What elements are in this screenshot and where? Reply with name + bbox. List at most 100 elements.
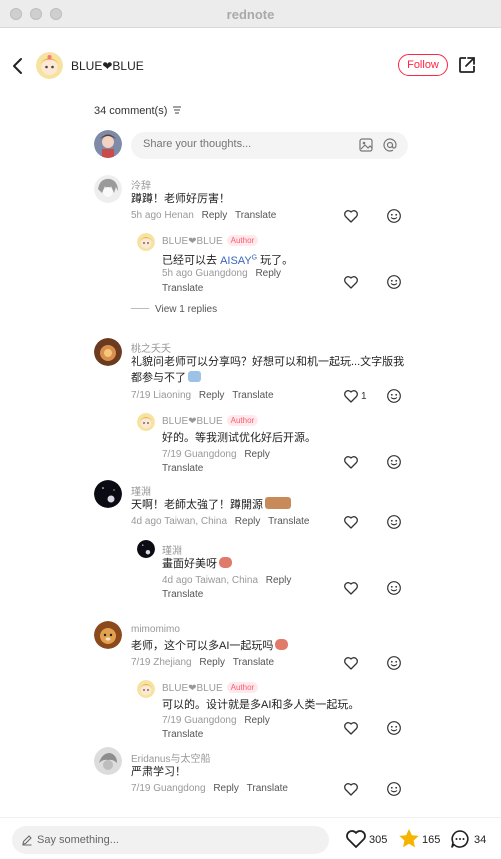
comment-time: 7/19 [131, 657, 151, 668]
heart-icon[interactable] [343, 514, 359, 530]
translate-button[interactable]: Translate [162, 283, 203, 294]
back-icon[interactable] [10, 56, 28, 76]
reply-time: 5h ago [162, 268, 193, 279]
reply-author-avatar[interactable] [137, 540, 155, 558]
translate-button[interactable]: Translate [232, 390, 273, 401]
reply-author-label: BLUE❤BLUE [162, 683, 223, 694]
reply-author-avatar[interactable] [137, 680, 155, 698]
comment-count-label: 34 comment(s) [94, 105, 168, 117]
reply-button[interactable]: Reply [235, 516, 261, 527]
commenter-name[interactable]: 瑾淵 [131, 483, 151, 498]
mention-link[interactable]: AISAYG [220, 254, 257, 267]
emoji-icon[interactable] [386, 781, 402, 797]
emoji-icon[interactable] [386, 655, 402, 671]
heart-icon[interactable] [343, 454, 359, 470]
comment-meta: 7/19 Zhejiang Reply Translate [131, 657, 274, 668]
comment-input[interactable] [143, 138, 343, 150]
image-icon[interactable] [359, 138, 373, 152]
divider-line [131, 308, 149, 309]
comment-time: 7/19 [131, 783, 151, 794]
comment-location: Zhejiang [153, 657, 192, 668]
share-icon[interactable] [457, 55, 477, 75]
author-badge: Author [226, 235, 259, 246]
commenter-avatar[interactable] [94, 338, 122, 366]
commenter-avatar[interactable] [94, 480, 122, 508]
reply-author-name[interactable]: BLUE❤BLUE Author [162, 235, 259, 247]
note-header: BLUE❤BLUE Follow [0, 28, 501, 104]
translate-button[interactable]: Translate [162, 589, 203, 600]
emoji-icon[interactable] [386, 514, 402, 530]
comment-composer[interactable] [131, 132, 408, 159]
comment-text-line: 礼貌问老师可以分享吗？好想可以和机一起玩...文字版我 [131, 356, 405, 368]
sticker-icon [219, 557, 232, 568]
reply-meta: 5h ago Guangdong Reply [162, 268, 281, 279]
reply-button[interactable]: Reply [244, 449, 270, 460]
heart-icon[interactable] [343, 781, 359, 797]
comment-total-count: 34 [474, 834, 487, 846]
reply-location: Guangdong [184, 715, 237, 726]
heart-icon[interactable] [343, 655, 359, 671]
commenter-name[interactable]: 泠辞 [131, 177, 151, 192]
heart-icon[interactable] [343, 388, 359, 404]
commenter-name[interactable]: Eridanus与太空船 [131, 750, 210, 765]
at-icon[interactable] [383, 138, 397, 152]
reply-author-name[interactable]: BLUE❤BLUE Author [162, 415, 259, 427]
say-something-input[interactable]: Say something... [12, 826, 329, 854]
reply-author-label: BLUE❤BLUE [162, 416, 223, 427]
comment-text: 老师，这个可以多AI一起玩吗 [131, 638, 289, 654]
heart-icon[interactable] [345, 829, 367, 849]
reply-meta: 4d ago Taiwan, China Reply [162, 575, 291, 586]
reply-button[interactable]: Reply [202, 210, 228, 221]
comment-location: Henan [164, 210, 194, 221]
commenter-avatar[interactable] [94, 621, 122, 649]
author-badge: Author [226, 682, 259, 693]
reply-author-avatar[interactable] [137, 233, 155, 251]
reply-button[interactable]: Reply [213, 783, 239, 794]
translate-button[interactable]: Translate [162, 729, 203, 740]
commenter-name[interactable]: 桃之夭夭 [131, 340, 171, 355]
comment-time: 4d ago [131, 516, 162, 527]
emoji-icon[interactable] [386, 720, 402, 736]
reply-author-avatar[interactable] [137, 413, 155, 431]
commenter-avatar[interactable] [94, 175, 122, 203]
comment-location: Taiwan, China [164, 516, 228, 527]
heart-icon[interactable] [343, 580, 359, 596]
emoji-icon[interactable] [386, 454, 402, 470]
commenter-avatar[interactable] [94, 747, 122, 775]
reply-button[interactable]: Reply [199, 657, 225, 668]
reply-text-part: 已经可以去 [162, 254, 217, 267]
reply-button[interactable]: Reply [199, 390, 225, 401]
reply-author-name[interactable]: BLUE❤BLUE Author [162, 682, 259, 694]
heart-icon[interactable] [343, 720, 359, 736]
author-avatar[interactable] [36, 52, 63, 79]
comment-meta: 7/19 Guangdong Reply Translate [131, 783, 288, 794]
chat-icon[interactable] [450, 829, 470, 849]
translate-button[interactable]: Translate [268, 516, 309, 527]
comment-text: 蹲蹲！老师好厉害！ [131, 193, 230, 205]
translate-button[interactable]: Translate [235, 210, 276, 221]
reply-author-name[interactable]: 瑾淵 [162, 542, 182, 557]
translate-button[interactable]: Translate [162, 463, 203, 474]
emoji-icon[interactable] [386, 274, 402, 290]
emoji-icon[interactable] [386, 580, 402, 596]
author-name[interactable]: BLUE❤BLUE [71, 59, 144, 73]
translate-button[interactable]: Translate [233, 657, 274, 668]
emoji-icon[interactable] [386, 208, 402, 224]
view-replies-button[interactable]: View 1 replies [131, 304, 217, 315]
comment-count[interactable]: 34 comment(s) [94, 105, 182, 117]
like-count: 305 [369, 834, 388, 846]
sort-icon[interactable] [172, 106, 182, 114]
star-icon[interactable] [398, 828, 420, 849]
mention-link-label: AISAY [220, 254, 252, 267]
follow-button[interactable]: Follow [398, 54, 448, 76]
emoji-icon[interactable] [386, 388, 402, 404]
translate-button[interactable]: Translate [247, 783, 288, 794]
reply-button[interactable]: Reply [255, 268, 281, 279]
author-badge: Author [226, 415, 259, 426]
comment-text: 天啊！老師太強了！蹲開源 [131, 497, 291, 513]
reply-button[interactable]: Reply [266, 575, 292, 586]
heart-icon[interactable] [343, 208, 359, 224]
reply-button[interactable]: Reply [244, 715, 270, 726]
commenter-name[interactable]: mimomimo [131, 624, 180, 635]
heart-icon[interactable] [343, 274, 359, 290]
